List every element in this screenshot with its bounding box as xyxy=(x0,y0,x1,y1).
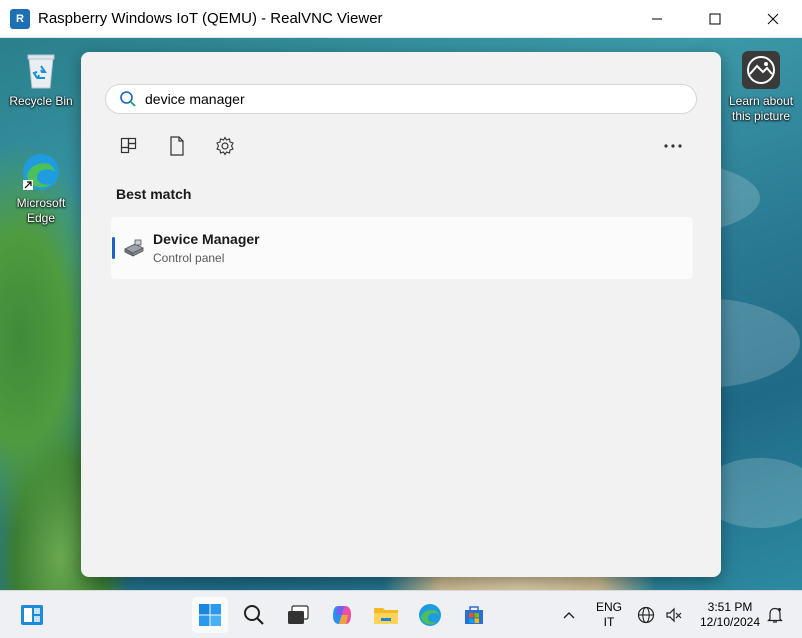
file-explorer-icon xyxy=(374,608,398,624)
search-icon xyxy=(120,91,136,107)
window-controls xyxy=(628,0,802,38)
search-panel: Best match Device Manager Control panel xyxy=(81,52,721,577)
window-title: Raspberry Windows IoT (QEMU) - RealVNC V… xyxy=(38,10,383,27)
clock-time: 3:51 PM xyxy=(707,600,753,614)
speaker-muted-icon xyxy=(666,607,682,623)
maximize-button[interactable] xyxy=(686,0,744,38)
close-icon xyxy=(767,13,779,25)
copilot-button[interactable] xyxy=(324,597,360,633)
apps-filter-button[interactable] xyxy=(115,132,143,160)
edge-icon xyxy=(419,604,441,626)
microsoft-store-icon xyxy=(465,606,483,624)
window-titlebar: R Raspberry Windows IoT (QEMU) - RealVNC… xyxy=(0,0,802,38)
task-view-button[interactable] xyxy=(280,597,316,633)
clock[interactable]: 3:51 PM 12/10/2024 xyxy=(694,600,766,630)
minimize-icon xyxy=(652,18,662,20)
desktop-icon-edge[interactable]: Microsoft Edge xyxy=(6,150,76,226)
network-button[interactable] xyxy=(632,597,660,633)
close-button[interactable] xyxy=(744,0,802,38)
maximize-icon xyxy=(709,13,721,25)
desktop-icon-label: Learn about this picture xyxy=(728,94,794,123)
best-match-heading: Best match xyxy=(116,186,192,202)
documents-filter-icon xyxy=(170,136,184,156)
edge-taskbar-button[interactable] xyxy=(412,597,448,633)
windows-start-icon xyxy=(199,604,221,626)
taskbar: ENG IT 3:51 PM 12/10/2024 xyxy=(0,590,802,638)
desktop-icon-label: Microsoft Edge xyxy=(16,196,66,225)
chevron-up-icon xyxy=(563,612,575,619)
desktop-icon-learn-picture[interactable]: Learn about this picture xyxy=(726,48,796,124)
result-title: Device Manager xyxy=(153,231,260,247)
more-icon xyxy=(664,144,682,148)
desktop-icon-label: Recycle Bin xyxy=(9,94,73,108)
taskbar-search-button[interactable] xyxy=(236,597,272,633)
clock-date: 12/10/2024 xyxy=(699,615,761,629)
task-view-icon xyxy=(288,605,309,624)
copilot-icon xyxy=(333,606,351,624)
start-button[interactable] xyxy=(192,597,228,633)
edge-icon xyxy=(19,150,63,194)
settings-filter-icon xyxy=(216,136,234,156)
desktop-icon-recycle-bin[interactable]: Recycle Bin xyxy=(6,48,76,109)
file-explorer-button[interactable] xyxy=(368,597,404,633)
desktop[interactable]: Recycle Bin Microsoft Edge Learn about t… xyxy=(0,38,802,590)
globe-network-icon xyxy=(637,606,655,624)
settings-filter-button[interactable] xyxy=(211,132,239,160)
show-hidden-icons-button[interactable] xyxy=(554,597,584,633)
language-indicator[interactable]: ENG IT xyxy=(592,600,626,630)
realvnc-logo-icon: R xyxy=(10,8,30,29)
recycle-bin-icon xyxy=(19,48,63,92)
apps-filter-icon xyxy=(120,137,137,154)
notification-bell-icon xyxy=(767,607,783,623)
widgets-button[interactable] xyxy=(14,597,50,633)
volume-button[interactable] xyxy=(660,597,688,633)
device-manager-icon xyxy=(124,239,144,257)
search-box[interactable] xyxy=(105,84,697,114)
documents-filter-button[interactable] xyxy=(163,132,191,160)
store-button[interactable] xyxy=(456,597,492,633)
widgets-icon xyxy=(21,605,43,625)
more-options-button[interactable] xyxy=(659,132,687,160)
selection-accent xyxy=(112,237,115,259)
language-label: ENG xyxy=(595,600,622,614)
search-icon xyxy=(244,605,264,625)
keyboard-layout-label: IT xyxy=(603,615,615,629)
search-input[interactable] xyxy=(145,91,645,107)
learn-about-picture-icon xyxy=(739,48,783,92)
minimize-button[interactable] xyxy=(628,0,686,38)
filter-row xyxy=(111,132,691,160)
result-device-manager[interactable]: Device Manager Control panel xyxy=(111,217,693,279)
notifications-button[interactable] xyxy=(764,597,786,633)
result-subtitle: Control panel xyxy=(153,251,225,265)
